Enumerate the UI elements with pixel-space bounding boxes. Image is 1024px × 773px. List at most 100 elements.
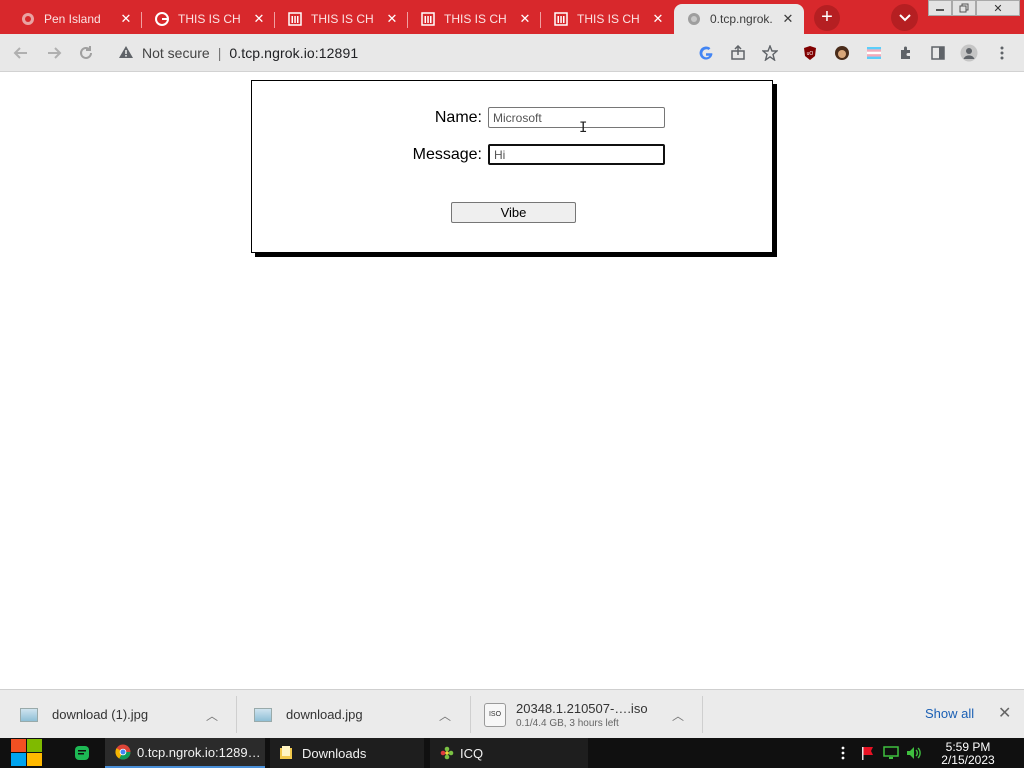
name-input[interactable] <box>488 107 665 128</box>
taskbar-item-chrome[interactable]: 0.tcp.ngrok.io:1289… <box>105 738 265 768</box>
address-bar[interactable]: Not secure | 0.tcp.ngrok.io:12891 <box>106 38 724 68</box>
tray-action-center[interactable] <box>858 738 876 768</box>
speaker-icon <box>907 747 921 759</box>
side-panel-icon <box>931 46 945 60</box>
tab-ngrok-active[interactable]: 0.tcp.ngrok. ✕ <box>674 4 804 34</box>
tab-search-button[interactable] <box>891 4 918 31</box>
window-controls: ✕ <box>928 0 1020 18</box>
taskbar-app-green[interactable] <box>66 738 98 768</box>
divider <box>236 696 237 733</box>
download-item[interactable]: download.jpg <box>254 690 363 739</box>
chevron-up-icon[interactable]: ︿ <box>672 707 684 724</box>
windows-taskbar: 0.tcp.ngrok.io:1289… Downloads ICQ 5:59 … <box>0 738 1024 768</box>
close-icon[interactable]: ✕ <box>384 11 400 27</box>
close-icon[interactable]: ✕ <box>118 11 134 27</box>
download-filename: download.jpg <box>286 707 363 722</box>
tray-overflow-button[interactable] <box>836 738 850 768</box>
kebab-menu-icon <box>841 746 845 760</box>
extensions-button[interactable] <box>895 42 917 64</box>
show-all-link[interactable]: Show all <box>925 706 974 721</box>
url-text[interactable]: 0.tcp.ngrok.io:12891 <box>229 45 358 61</box>
face-icon <box>835 46 849 60</box>
taskbar-item-label: 0.tcp.ngrok.io:1289… <box>137 744 261 760</box>
minimize-button[interactable] <box>928 0 952 16</box>
tab-google[interactable]: THIS IS CH ✕ <box>142 4 275 34</box>
tray-network[interactable] <box>882 738 900 768</box>
chevron-up-icon[interactable]: ︿ <box>439 707 451 724</box>
close-icon[interactable]: ✕ <box>780 11 796 27</box>
vibe-submit-button[interactable]: Vibe <box>451 202 576 223</box>
forward-arrow-icon <box>48 47 62 59</box>
system-clock[interactable]: 5:59 PM 2/15/2023 <box>934 741 1002 767</box>
tab-museum-1[interactable]: THIS IS CH ✕ <box>275 4 408 34</box>
download-item[interactable]: download (1).jpg <box>20 690 148 739</box>
ublock-icon: uO <box>804 46 816 60</box>
tab-title: THIS IS CH <box>311 12 374 26</box>
chevron-up-icon[interactable]: ︿ <box>206 707 218 724</box>
divider <box>470 696 471 733</box>
museum-icon <box>553 11 569 27</box>
close-icon[interactable]: ✕ <box>650 11 666 27</box>
iso-file-icon: ISO <box>484 702 506 727</box>
tab-museum-3[interactable]: THIS IS CH ✕ <box>541 4 674 34</box>
tab-title: THIS IS CH <box>178 12 241 26</box>
flag-extension-button[interactable] <box>863 42 885 64</box>
ublock-extension-button[interactable]: uO <box>799 42 821 64</box>
tray-volume[interactable] <box>905 738 923 768</box>
download-details: 20348.1.210507-….iso 0.1/4.4 GB, 3 hours… <box>516 701 648 729</box>
message-label: Message: <box>412 146 482 163</box>
museum-icon <box>287 11 303 27</box>
tab-pen-island[interactable]: Pen Island ✕ <box>8 4 142 34</box>
share-button[interactable] <box>727 42 749 64</box>
close-window-button[interactable]: ✕ <box>976 0 1020 16</box>
download-status: 0.1/4.4 GB, 3 hours left <box>516 717 619 729</box>
reload-icon <box>80 46 92 59</box>
browser-toolbar: Not secure | 0.tcp.ngrok.io:12891 uO <box>0 34 1024 72</box>
globe-icon <box>686 11 702 27</box>
divider <box>702 696 703 733</box>
svg-text:uO: uO <box>807 51 814 57</box>
kebab-menu-icon <box>1000 46 1004 60</box>
profile-extension-button[interactable] <box>831 42 853 64</box>
taskbar-item-label: Downloads <box>302 745 367 761</box>
icq-flower-icon <box>440 746 454 760</box>
tab-title: THIS IS CH <box>577 12 640 26</box>
star-icon <box>762 45 778 61</box>
start-button[interactable] <box>8 738 46 768</box>
taskbar-item-icq[interactable]: ICQ <box>430 738 588 768</box>
warning-icon[interactable] <box>118 45 134 62</box>
download-filename: download (1).jpg <box>52 707 149 722</box>
reload-button[interactable] <box>75 42 97 64</box>
close-icon[interactable]: ✕ <box>251 11 267 27</box>
back-button[interactable] <box>10 42 32 64</box>
back-arrow-icon <box>13 47 27 59</box>
close-icon[interactable]: ✕ <box>998 703 1011 723</box>
name-label: Name: <box>434 109 482 126</box>
network-icon <box>883 746 899 759</box>
taskbar-item-label: ICQ <box>460 745 484 761</box>
download-shelf: download (1).jpg ︿ download.jpg ︿ ISO 20… <box>0 689 1024 738</box>
close-icon: ✕ <box>993 2 1003 15</box>
forward-button[interactable] <box>43 42 65 64</box>
taskbar-item-downloads[interactable]: Downloads <box>270 738 424 768</box>
menu-button[interactable] <box>991 42 1013 64</box>
message-input[interactable] <box>488 144 665 165</box>
folder-icon <box>280 746 292 759</box>
download-item-active[interactable]: ISO 20348.1.210507-….iso 0.1/4.4 GB, 3 h… <box>484 690 648 739</box>
side-panel-button[interactable] <box>927 42 949 64</box>
image-file-icon <box>254 707 272 722</box>
chevron-down-icon <box>898 13 911 21</box>
security-status[interactable]: Not secure <box>142 45 210 61</box>
flag-icon <box>867 47 881 59</box>
new-tab-button[interactable]: + <box>814 5 840 31</box>
museum-icon <box>420 11 436 27</box>
tab-museum-2[interactable]: THIS IS CH ✕ <box>408 4 541 34</box>
restore-button[interactable] <box>952 0 976 16</box>
close-icon[interactable]: ✕ <box>517 11 533 27</box>
profile-button[interactable] <box>958 42 980 64</box>
google-lens-button[interactable] <box>695 42 717 64</box>
chat-app-icon <box>75 746 89 760</box>
chrome-icon <box>115 744 131 760</box>
bookmark-button[interactable] <box>759 42 781 64</box>
avatar-icon <box>960 44 978 62</box>
